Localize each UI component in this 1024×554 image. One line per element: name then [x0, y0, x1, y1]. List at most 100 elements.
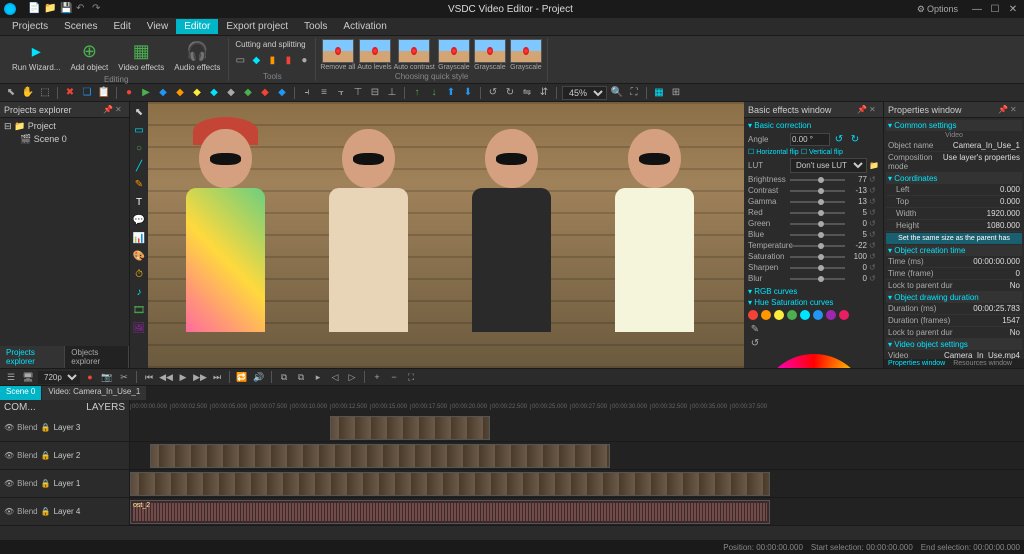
tb2-play-icon[interactable]: ▶ [139, 86, 153, 100]
tab-projects-explorer[interactable]: Projects explorer [0, 346, 65, 368]
minimize-button[interactable]: — [970, 2, 984, 16]
tb2-front-icon[interactable]: ⬆ [444, 86, 458, 100]
menu-projects[interactable]: Projects [4, 19, 56, 34]
track-blend-label[interactable]: Blend [17, 507, 37, 516]
tool-icon-5[interactable]: ● [297, 53, 311, 67]
style-auto-levels[interactable]: Auto levels [357, 38, 391, 71]
menu-activation[interactable]: Activation [335, 19, 394, 34]
tb2-grid-icon[interactable]: ▦ [652, 86, 666, 100]
prop-value[interactable]: No [1010, 281, 1020, 290]
pb-mark-out-icon[interactable]: ⧉ [294, 370, 308, 384]
track-name[interactable]: Layer 1 [54, 479, 81, 488]
run-wizard-button[interactable]: ▸Run Wizard... [8, 38, 64, 74]
prop-section[interactable]: Common settings [886, 120, 1022, 131]
pb-loop-icon[interactable]: 🔁 [235, 370, 249, 384]
timeline-clip[interactable] [330, 416, 490, 440]
tb2-crop-icon[interactable]: ⬚ [38, 86, 52, 100]
color-dot-1[interactable] [761, 310, 771, 320]
prop-value[interactable]: Camera_In_Use.mp4 [944, 351, 1020, 359]
tb2-b4-icon[interactable]: ◆ [207, 86, 221, 100]
curves-reset-icon[interactable]: ↺ [748, 336, 762, 350]
preview-viewport[interactable] [148, 102, 744, 368]
track-visibility-icon[interactable]: 👁 [4, 507, 14, 516]
tool-icon-4[interactable]: ▮ [281, 53, 295, 67]
slider-reset-icon[interactable]: ↺ [869, 263, 879, 272]
tab-resources[interactable]: Resources window [949, 359, 1016, 368]
tb2-align-l-icon[interactable]: ⫞ [300, 86, 314, 100]
tb2-align-r-icon[interactable]: ⫟ [334, 86, 348, 100]
slider-brightness[interactable] [790, 179, 845, 181]
slider-red[interactable] [790, 212, 845, 214]
slider-green[interactable] [790, 223, 845, 225]
color-dot-3[interactable] [787, 310, 797, 320]
video-tab[interactable]: Video: Camera_In_Use_1 [42, 386, 146, 400]
tool-icon-1[interactable]: ▭ [233, 53, 247, 67]
tb2-paste-icon[interactable]: 📋 [97, 86, 111, 100]
tb2-b3-icon[interactable]: ◆ [190, 86, 204, 100]
prop-value[interactable]: 00:00:00.000 [973, 257, 1020, 266]
tool-counter-icon[interactable]: ⏱ [131, 266, 147, 282]
timeline-ruler[interactable]: 00:00:00.00000:00:02.50000:00:05.00000:0… [130, 400, 1024, 414]
tb2-down-icon[interactable]: ↓ [427, 86, 441, 100]
panel-close-icon[interactable]: ✕ [115, 105, 125, 115]
tb2-copy-icon[interactable]: ❏ [80, 86, 94, 100]
tb2-align-t-icon[interactable]: ⊤ [351, 86, 365, 100]
style-remove-all[interactable]: Remove all [320, 38, 355, 71]
hue-sat-section[interactable]: Hue Saturation curves [748, 297, 879, 308]
tb2-flip-v-icon[interactable]: ⇵ [537, 86, 551, 100]
prop-value[interactable]: Use layer's properties [943, 153, 1020, 171]
tree-project-node[interactable]: ⊟ 📁 Project [4, 120, 125, 133]
maximize-button[interactable]: ☐ [988, 2, 1002, 16]
tb2-rotate-r-icon[interactable]: ↻ [503, 86, 517, 100]
pb-prev-kf-icon[interactable]: ◁ [328, 370, 342, 384]
options-button[interactable]: Options [917, 4, 958, 15]
tb2-b8-icon[interactable]: ◆ [275, 86, 289, 100]
tb2-flip-h-icon[interactable]: ⇋ [520, 86, 534, 100]
qat-undo-icon[interactable]: ↶ [76, 3, 88, 15]
timeline-clip[interactable]: ost_2 [130, 500, 770, 524]
curves-pen-icon[interactable]: ✎ [748, 322, 762, 336]
slider-reset-icon[interactable]: ↺ [869, 274, 879, 283]
pb-zoom-in-icon[interactable]: + [370, 370, 384, 384]
pb-rec-icon[interactable]: ● [83, 370, 97, 384]
tool-rect-icon[interactable]: ▭ [131, 122, 147, 138]
prop-section[interactable]: Video object settings [886, 339, 1022, 350]
slider-reset-icon[interactable]: ↺ [869, 241, 879, 250]
prop-value[interactable]: 0.000 [1000, 185, 1020, 194]
slider-blue[interactable] [790, 234, 845, 236]
tab-properties[interactable]: Properties window [884, 359, 949, 368]
track-name[interactable]: Layer 4 [54, 507, 81, 516]
tb2-b7-icon[interactable]: ◆ [258, 86, 272, 100]
track-content[interactable] [130, 470, 1024, 497]
pb-fit-icon[interactable]: ⛶ [404, 370, 418, 384]
qat-open-icon[interactable]: 📁 [44, 3, 56, 15]
prop-value[interactable]: 1080.000 [987, 221, 1020, 230]
video-effects-button[interactable]: ▦Video effects [114, 38, 168, 74]
tool-pen-icon[interactable]: ✎ [131, 176, 147, 192]
tb2-hand-icon[interactable]: ✋ [21, 86, 35, 100]
basic-correction-section[interactable]: Basic correction [748, 120, 879, 131]
qat-save-icon[interactable]: 💾 [60, 3, 72, 15]
color-dot-5[interactable] [813, 310, 823, 320]
color-dot-7[interactable] [839, 310, 849, 320]
style-grayscale-2[interactable]: Grayscale [473, 38, 507, 71]
timeline-clip[interactable] [130, 472, 770, 496]
slider-contrast[interactable] [790, 190, 845, 192]
prop-section[interactable]: Object drawing duration [886, 292, 1022, 303]
tb2-rec-icon[interactable]: ● [122, 86, 136, 100]
track-content[interactable]: ost_2 [130, 498, 1024, 525]
track-lock-icon[interactable]: 🔒 [41, 451, 51, 460]
tb2-b2-icon[interactable]: ◆ [173, 86, 187, 100]
slider-temperature[interactable] [790, 245, 845, 247]
audio-effects-button[interactable]: 🎧Audio effects [170, 38, 224, 74]
color-dot-0[interactable] [748, 310, 758, 320]
tree-scene-node[interactable]: 🎬 Scene 0 [4, 133, 125, 146]
tb2-delete-icon[interactable]: ✖ [63, 86, 77, 100]
track-name[interactable]: Layer 2 [54, 451, 81, 460]
scene-tab-0[interactable]: Scene 0 [0, 386, 41, 400]
menu-scenes[interactable]: Scenes [56, 19, 105, 34]
prop-section[interactable]: Object creation time [886, 245, 1022, 256]
close-button[interactable]: ✕ [1006, 2, 1020, 16]
pb-zoom-out-icon[interactable]: − [387, 370, 401, 384]
tb2-up-icon[interactable]: ↑ [410, 86, 424, 100]
